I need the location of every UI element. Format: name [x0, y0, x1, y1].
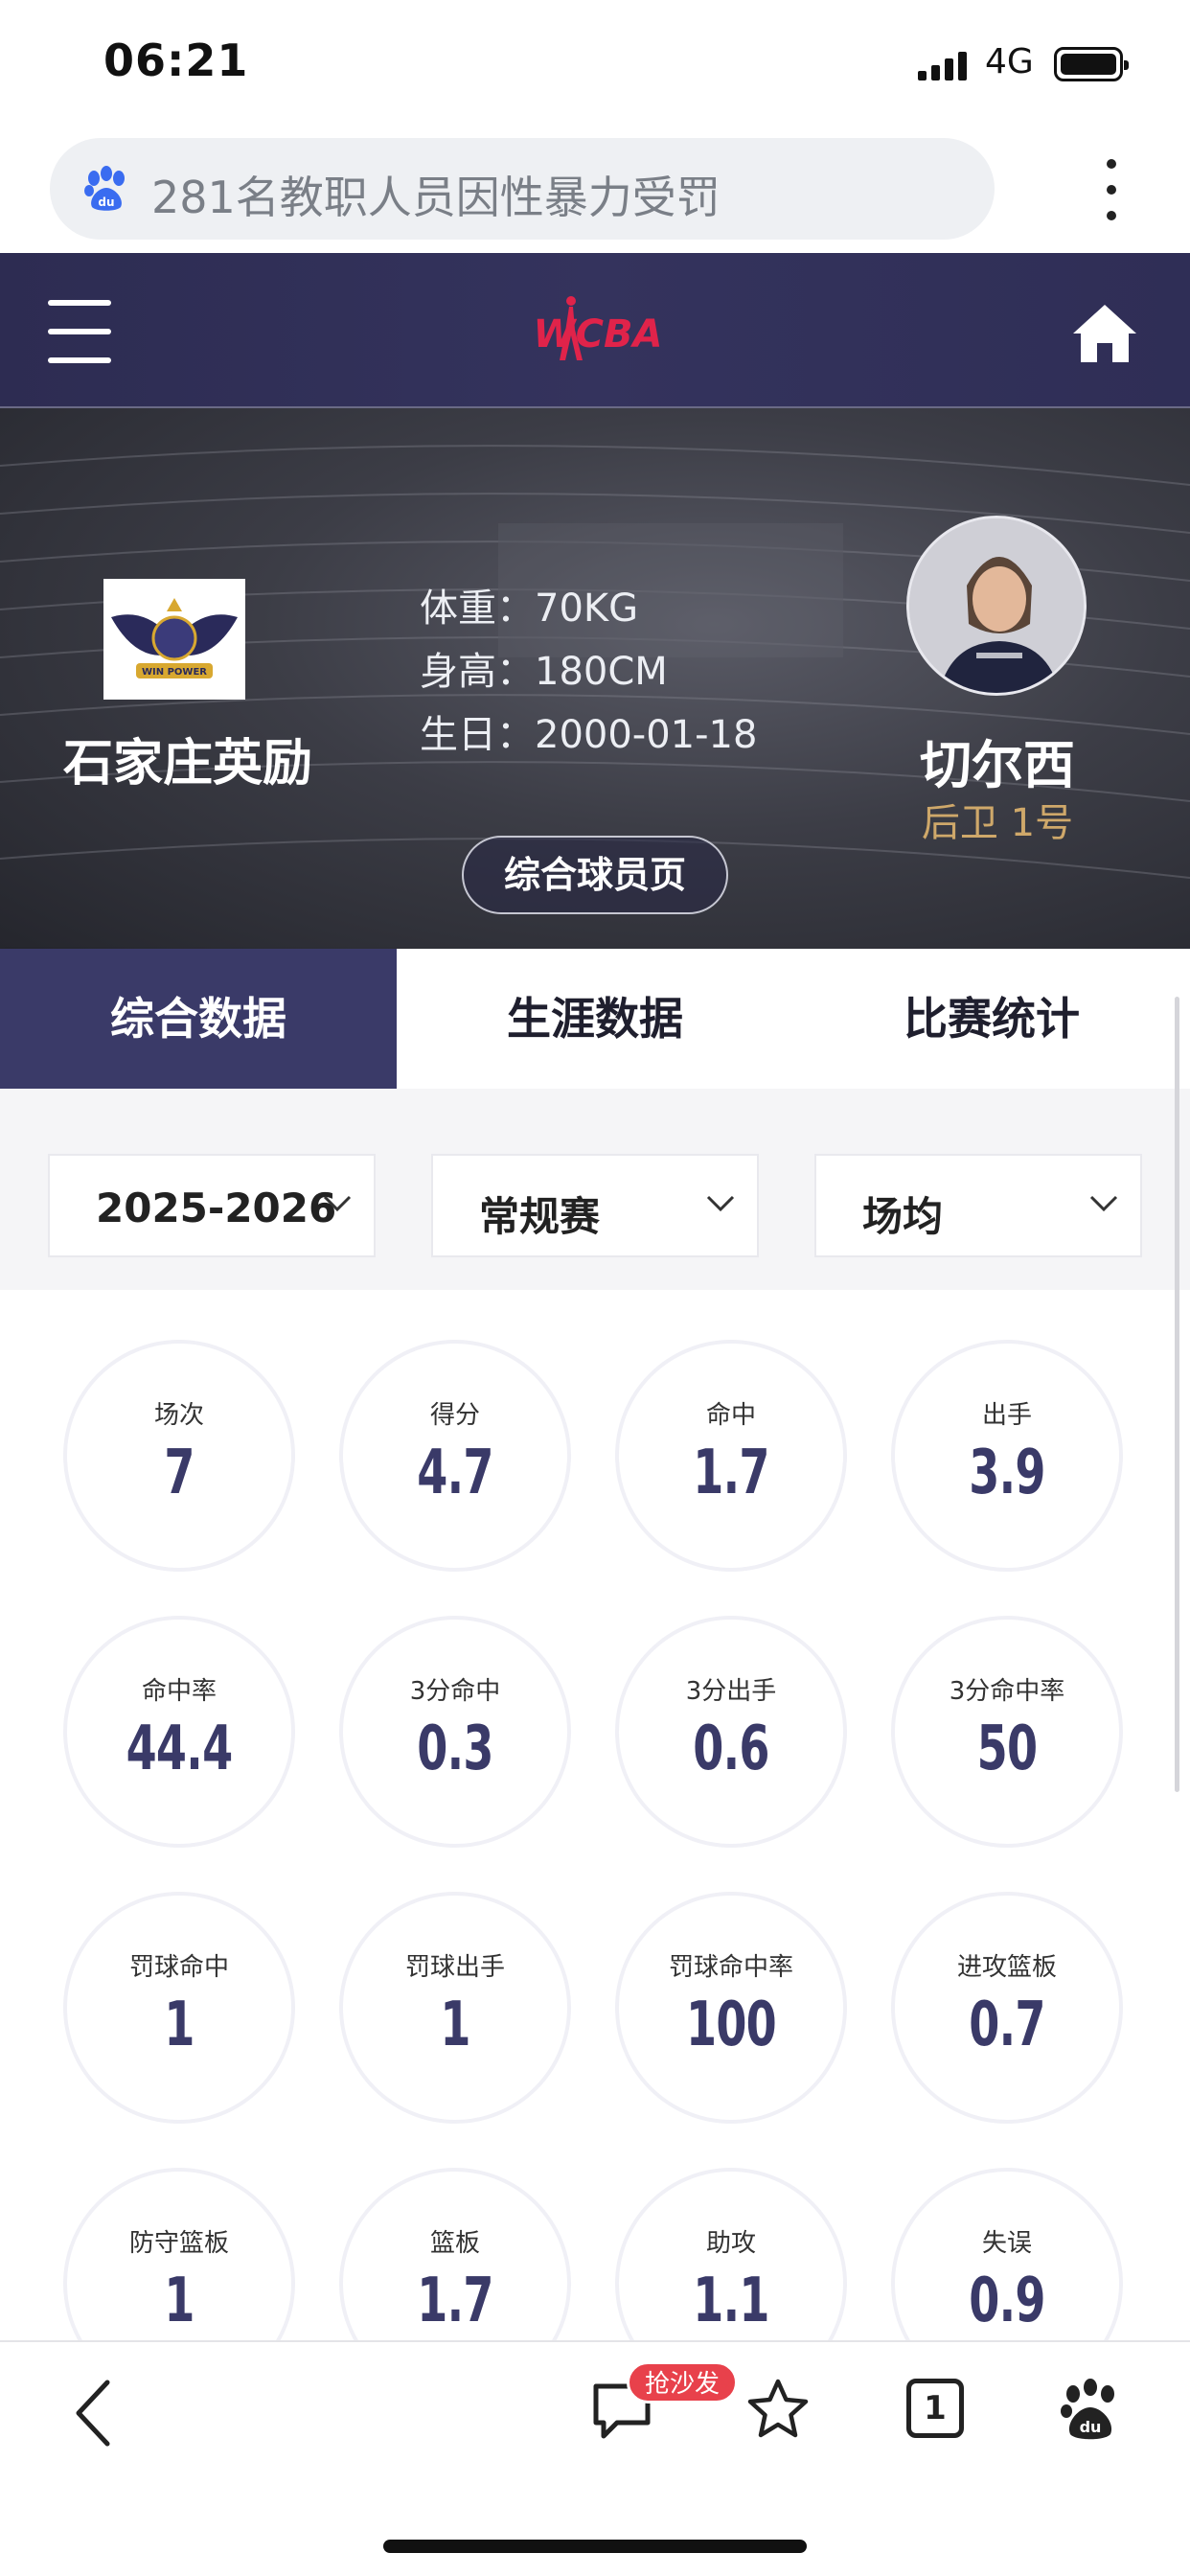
tabs-count-button[interactable]: 1: [906, 2379, 964, 2438]
wcba-logo[interactable]: WCBA: [502, 284, 694, 376]
home-indicator: [383, 2540, 807, 2553]
star-icon[interactable]: [745, 2377, 811, 2442]
stat-label: 失误: [981, 2229, 1032, 2258]
stat-label: 场次: [153, 1401, 204, 1430]
stat-item: 命中率 44.4: [63, 1616, 295, 1848]
stat-value: 0.3: [417, 1714, 493, 1784]
stat-label: 助攻: [705, 2229, 756, 2258]
stats-grid: 场次 7 得分 4.7 命中 1.7 出手 3.9 命中率 44.4 3分命中 0.3 3分出手 0.6 3…: [0, 1290, 1190, 2340]
hamburger-menu-icon[interactable]: [48, 298, 111, 365]
stat-value: 0.9: [969, 2266, 1045, 2336]
stat-item: 3分命中 0.3: [339, 1616, 571, 1848]
season-select-value: 2025-2026: [96, 1184, 337, 1231]
stat-label: 出手: [981, 1401, 1032, 1430]
battery-icon: [1054, 47, 1129, 81]
status-time: 06:21: [103, 34, 249, 86]
baidu-paw-icon[interactable]: du: [1060, 2377, 1121, 2442]
stat-item: 命中 1.7: [615, 1340, 847, 1572]
stat-item: 3分出手 0.6: [615, 1616, 847, 1848]
signal-icon: [918, 50, 968, 80]
stat-label: 命中率: [141, 1677, 217, 1706]
chevron-down-icon: [323, 1195, 352, 1212]
wcba-logo-text: WCBA: [534, 312, 663, 356]
chevron-down-icon: [1089, 1195, 1118, 1212]
stat-mode-select-value: 场均: [862, 1193, 944, 1240]
search-bar[interactable]: du 281名教职人员因性暴力受罚: [50, 138, 995, 240]
baidu-paw-icon: du: [84, 166, 125, 211]
stats-tabs: 综合数据 生涯数据 比赛统计: [0, 949, 1190, 1089]
browser-bottom-bar: 抢沙发 1 du: [0, 2340, 1190, 2576]
back-arrow-icon[interactable]: [69, 2377, 121, 2450]
stat-value: 100: [685, 1990, 777, 2060]
network-label: 4G: [985, 42, 1034, 81]
stat-value: 4.7: [417, 1438, 493, 1508]
stat-value: 50: [976, 1714, 1038, 1784]
stat-item: 场次 7: [63, 1340, 295, 1572]
stat-value: 44.4: [126, 1714, 234, 1784]
player-avatar: [906, 516, 1087, 696]
player-birthday: 生日：2000-01-18: [420, 713, 758, 757]
stat-item: 失误 0.9: [891, 2168, 1123, 2340]
player-position: 后卫 1号: [921, 801, 1074, 845]
stat-mode-select[interactable]: 场均: [814, 1154, 1142, 1257]
stat-value: 1.7: [693, 1438, 769, 1508]
tab-game-stats[interactable]: 比赛统计: [793, 949, 1190, 1089]
stat-value: 0.6: [693, 1714, 769, 1784]
comment-badge: 抢沙发: [627, 2361, 739, 2404]
team-logo-text: WIN POWER: [142, 667, 207, 678]
stat-value: 1.7: [417, 2266, 493, 2336]
more-menu-icon[interactable]: [1092, 155, 1131, 224]
stat-item: 防守篮板 1: [63, 2168, 295, 2340]
stat-value: 1: [164, 2266, 195, 2336]
player-weight: 体重：70KG: [420, 586, 639, 631]
team-name: 石家庄英励: [62, 735, 312, 793]
stat-label: 罚球命中率: [668, 1953, 793, 1982]
stat-value: 0.7: [969, 1990, 1045, 2060]
player-hero: WIN POWER 石家庄英励 体重：70KG 身高：180CM 生日：2000…: [0, 408, 1190, 949]
season-select[interactable]: 2025-2026: [48, 1154, 376, 1257]
stat-label: 3分命中: [409, 1677, 501, 1706]
game-type-select[interactable]: 常规赛: [431, 1154, 759, 1257]
stat-item: 出手 3.9: [891, 1340, 1123, 1572]
tab-overall-stats[interactable]: 综合数据: [0, 949, 397, 1089]
site-header: WCBA: [0, 253, 1190, 408]
stat-item: 助攻 1.1: [615, 2168, 847, 2340]
stat-label: 进攻篮板: [956, 1953, 1057, 1982]
svg-text:du: du: [1080, 2418, 1102, 2436]
stat-label: 得分: [429, 1401, 480, 1430]
stat-item: 3分命中率 50: [891, 1616, 1123, 1848]
player-height: 身高：180CM: [420, 650, 668, 694]
stat-item: 罚球命中率 100: [615, 1892, 847, 2124]
chevron-down-icon: [706, 1195, 735, 1212]
stat-value: 1.1: [693, 2266, 769, 2336]
player-profile-button[interactable]: 综合球员页: [462, 836, 728, 914]
player-name: 切尔西: [920, 735, 1075, 795]
stat-item: 罚球出手 1: [339, 1892, 571, 2124]
stat-item: 罚球命中 1: [63, 1892, 295, 2124]
stat-value: 1: [164, 1990, 195, 2060]
stat-value: 7: [164, 1438, 195, 1508]
filter-area: 2025-2026 常规赛 场均: [0, 1089, 1190, 1290]
stat-label: 罚球命中: [128, 1953, 229, 1982]
scroll-indicator: [1175, 997, 1179, 1792]
stat-label: 防守篮板: [128, 2229, 229, 2258]
stat-item: 篮板 1.7: [339, 2168, 571, 2340]
status-bar: 06:21 4G: [0, 0, 1190, 128]
stat-label: 罚球出手: [404, 1953, 505, 1982]
stat-label: 3分命中率: [949, 1677, 1065, 1706]
search-query-text: 281名教职人员因性暴力受罚: [151, 172, 721, 223]
stat-value: 3.9: [969, 1438, 1045, 1508]
svg-text:du: du: [98, 196, 114, 209]
game-type-select-value: 常规赛: [479, 1193, 601, 1240]
stat-item: 进攻篮板 0.7: [891, 1892, 1123, 2124]
home-icon[interactable]: [1071, 303, 1138, 364]
stat-label: 命中: [705, 1401, 756, 1430]
stat-label: 篮板: [429, 2229, 480, 2258]
team-logo: WIN POWER: [103, 579, 245, 700]
stat-value: 1: [440, 1990, 470, 2060]
tab-career-stats[interactable]: 生涯数据: [397, 949, 793, 1089]
stat-item: 得分 4.7: [339, 1340, 571, 1572]
stat-label: 3分出手: [685, 1677, 777, 1706]
